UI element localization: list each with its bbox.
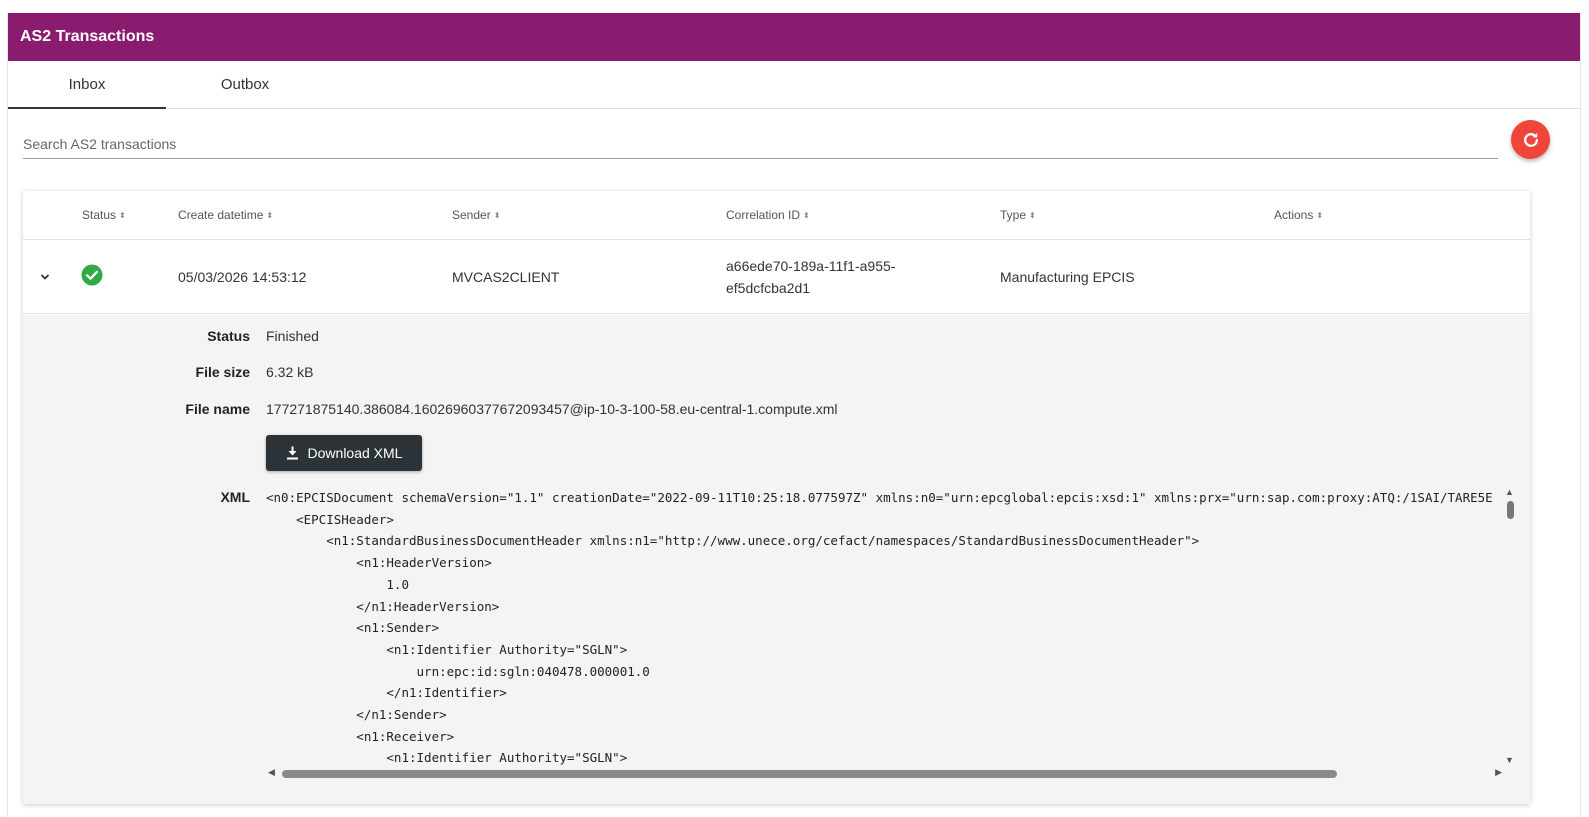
scroll-left-icon[interactable]: ◀ — [268, 767, 275, 778]
xml-line: <n1:HeaderVersion> — [266, 555, 492, 571]
sender-cell: MVCAS2CLIENT — [452, 269, 560, 285]
tab-bar: Inbox Outbox — [8, 61, 1580, 109]
column-header-actions[interactable]: Actions ⬍ — [1274, 191, 1323, 240]
create-datetime-cell: 05/03/2026 14:53:12 — [178, 269, 307, 285]
correlation-id-line-2: ef5dcfcba2d1 — [726, 280, 811, 296]
xml-line: <n1:Receiver> — [266, 728, 455, 744]
column-header-type[interactable]: Type ⬍ — [1000, 191, 1036, 240]
transactions-table: Status ⬍ Create datetime ⬍ Sender ⬍ Correla… — [23, 191, 1530, 804]
horizontal-scrollbar[interactable]: ◀ ▶ — [266, 767, 1504, 781]
column-correlation-id-label: Correlation ID — [726, 208, 801, 222]
chevron-down-icon[interactable] — [40, 240, 60, 314]
file-name-label: File name — [185, 401, 250, 417]
sort-icon: ⬍ — [803, 211, 810, 220]
column-create-datetime-label: Create datetime — [178, 208, 264, 222]
sort-icon: ⬍ — [266, 211, 274, 220]
table-header: Status ⬍ Create datetime ⬍ Sender ⬍ Correla… — [23, 191, 1530, 240]
refresh-icon — [1523, 132, 1538, 147]
file-size-value: 6.32 kB — [266, 364, 314, 380]
correlation-id-cell: a66ede70-189a-11f1-a955- ef5dcfcba2d1 — [726, 240, 895, 314]
download-icon — [286, 446, 298, 460]
vertical-scroll-thumb[interactable] — [1507, 501, 1514, 519]
status-cell — [81, 238, 103, 312]
scroll-up-icon[interactable]: ▲ — [1505, 487, 1514, 497]
check-circle-icon — [81, 264, 103, 286]
sort-icon: ⬍ — [1316, 211, 1324, 220]
xml-label: XML — [220, 489, 250, 505]
tab-inbox[interactable]: Inbox — [8, 61, 166, 109]
table-row[interactable]: 05/03/2026 14:53:12 MVCAS2CLIENT a66ede7… — [23, 240, 1530, 314]
xml-line: <EPCISHeader> — [266, 511, 394, 527]
xml-line: urn:epc:id:sgln:040478.000001.0 — [266, 663, 650, 679]
xml-line: <n1:Sender> — [266, 620, 440, 636]
xml-content: <n0:EPCISDocument schemaVersion="1.1" cr… — [266, 487, 1521, 769]
xml-viewer[interactable]: <n0:EPCISDocument schemaVersion="1.1" cr… — [266, 487, 1521, 785]
download-xml-label: Download XML — [307, 445, 403, 461]
column-header-status[interactable]: Status ⬍ — [82, 191, 126, 240]
xml-line: <n1:StandardBusinessDocumentHeader xmlns… — [266, 533, 1200, 549]
tab-outbox[interactable]: Outbox — [166, 61, 324, 109]
scroll-down-icon[interactable]: ▼ — [1505, 755, 1514, 765]
xml-line: 1.0 — [266, 576, 409, 592]
column-header-correlation-id[interactable]: Correlation ID ⬍ — [726, 191, 810, 240]
sort-icon: ⬍ — [1029, 211, 1036, 220]
search-input[interactable] — [23, 130, 1498, 158]
status-detail-label: Status — [207, 328, 250, 344]
row-detail-panel: Status Finished File size 6.32 kB File n… — [23, 315, 1530, 804]
column-sender-label: Sender — [452, 208, 491, 222]
type-cell: Manufacturing EPCIS — [1000, 269, 1135, 285]
xml-line: </n1:HeaderVersion> — [266, 598, 500, 614]
column-status-label: Status — [82, 208, 117, 222]
download-xml-button[interactable]: Download XML — [266, 435, 422, 471]
xml-line: </n1:Identifier> — [266, 685, 507, 701]
column-type-label: Type — [1000, 208, 1027, 222]
scroll-right-icon[interactable]: ▶ — [1495, 767, 1502, 778]
xml-line: <n1:Identifier Authority="SGLN"> — [266, 750, 628, 766]
sort-icon: ⬍ — [493, 211, 501, 220]
column-actions-label: Actions — [1274, 208, 1314, 222]
xml-line: <n0:EPCISDocument schemaVersion="1.1" cr… — [266, 490, 1493, 505]
file-size-label: File size — [195, 364, 250, 380]
vertical-scrollbar[interactable]: ▲ ▼ — [1504, 487, 1518, 765]
file-name-value: 177271875140.386084.16026960377672093457… — [266, 401, 838, 417]
sort-icon: ⬍ — [119, 211, 126, 220]
xml-line: <n1:Identifier Authority="SGLN"> — [266, 641, 628, 657]
search-field — [23, 130, 1498, 159]
status-detail-value: Finished — [266, 328, 319, 344]
refresh-button[interactable] — [1511, 120, 1550, 159]
correlation-id-line-1: a66ede70-189a-11f1-a955- — [726, 258, 896, 274]
horizontal-scroll-thumb[interactable] — [282, 770, 1337, 778]
xml-line: </n1:Sender> — [266, 707, 447, 723]
column-header-create-datetime[interactable]: Create datetime ⬍ — [178, 191, 273, 240]
page-title: AS2 Transactions — [8, 13, 1580, 61]
column-header-sender[interactable]: Sender ⬍ — [452, 191, 500, 240]
